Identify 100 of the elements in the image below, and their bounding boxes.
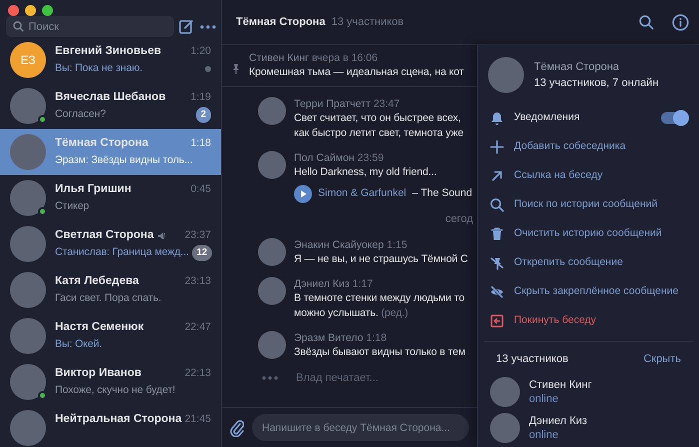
avatar-photo <box>10 318 46 354</box>
message-preview: Стикер <box>55 198 90 214</box>
chat-name: Тёмная Сторона <box>55 136 148 152</box>
menu-item[interactable]: Поиск по истории сообщений <box>478 190 699 219</box>
avatar-photo <box>258 97 286 125</box>
more-icon[interactable] <box>200 24 216 28</box>
chat-list-item[interactable]: ЕЗ Евгений Зиновьев 1:20 Вы: Пока не знаю. <box>0 37 221 83</box>
minimize-button[interactable] <box>25 5 36 16</box>
chat-name: Светлая Сторона <box>55 228 154 244</box>
chat-list-item[interactable]: Виктор Иванов 22:13 Похоже, скучно не будет! <box>0 359 221 405</box>
member-item[interactable]: Дэниел Киз online <box>478 410 699 446</box>
avatar-photo <box>10 272 46 308</box>
message-time: 1:18 <box>366 332 387 344</box>
chat-list-item[interactable]: Катя Лебедева 23:13 Гаси свет. Пора спать. <box>0 267 221 313</box>
message-text: Я — не вы, и не страшусь Тёмной С <box>294 252 468 264</box>
paperclip-icon[interactable] <box>230 418 244 436</box>
menu-item[interactable]: Очистить историю сообщений <box>478 219 699 248</box>
member-item[interactable]: Стивен Кинг online <box>478 374 699 410</box>
menu-item[interactable]: Открепить сообщение <box>478 248 699 277</box>
chat-list-item[interactable]: Настя Семенюк 22:47 Вы: Окей. <box>0 313 221 359</box>
typing-dots-icon <box>262 376 278 380</box>
chat-name: Илья Гришин <box>55 182 132 198</box>
chat-time: 1:19 <box>190 90 211 105</box>
member-count: 13 участников <box>331 14 404 30</box>
message-preview: Вы: Пока не знаю. <box>55 60 142 76</box>
bell-icon <box>490 110 504 124</box>
avatar-photo <box>10 226 46 262</box>
setting-label: Уведомления <box>514 110 580 125</box>
info-icon[interactable] <box>672 14 689 30</box>
chat-time: 23:13 <box>184 274 211 290</box>
audio-artist: Simon & Garfunkel <box>318 186 406 202</box>
message-preview: Станислав: Граница межд... <box>55 244 189 260</box>
audio-title: – The Sound <box>412 186 472 202</box>
message-preview: Похоже, скучно не будет! <box>55 382 176 398</box>
message-text: можно услышать. <box>294 306 378 318</box>
play-button-icon[interactable] <box>294 185 312 203</box>
chat-name: Евгений Зиновьев <box>55 44 162 60</box>
message-time: 1:15 <box>386 238 408 250</box>
message-time: вчера в 16:06 <box>312 52 378 64</box>
plus-icon <box>490 140 504 154</box>
message-text: Свет считает, что он быстрее всех, <box>294 112 461 124</box>
chat-time: 22:47 <box>184 320 211 336</box>
avatar-photo <box>490 412 520 442</box>
unread-count: 12 <box>192 244 212 261</box>
trash-icon <box>490 226 504 240</box>
message-preview: Вы: Окей. <box>55 336 102 352</box>
typing-indicator: Влад печатает... <box>296 370 378 386</box>
menu-item[interactable]: Ссылка на беседу <box>478 161 699 190</box>
chat-time: 0:45 <box>190 182 211 198</box>
pin-icon <box>231 63 241 75</box>
arrow-icon <box>490 168 504 182</box>
member-summary: 13 участников, 7 онлайн <box>534 76 659 91</box>
chat-time: 1:18 <box>190 136 211 152</box>
message-time: 23:47 <box>373 98 400 110</box>
menu-item[interactable]: Добавить собеседника <box>478 132 699 161</box>
message-text: как быстро летит свет, темнота уже <box>294 127 464 139</box>
unread-count: 2 <box>196 106 211 123</box>
message-preview: Согласен? <box>55 106 106 122</box>
avatar-photo <box>258 330 286 358</box>
author-name: Пол Саймон <box>294 152 354 164</box>
avatar-photo <box>258 151 286 179</box>
members-heading: 13 участников <box>496 352 568 367</box>
chat-time: 23:37 <box>184 228 211 243</box>
message-time: 23:59 <box>357 152 384 164</box>
member-status: online <box>529 428 560 442</box>
chat-name: Вячеслав Шебанов <box>55 90 166 106</box>
message-input[interactable]: Напишите в беседу Тёмная Сторона... <box>252 414 469 441</box>
chat-list-item[interactable]: Илья Гришин 0:45 Стикер <box>0 175 221 221</box>
compose-icon[interactable] <box>179 19 194 34</box>
avatar-photo <box>490 376 520 406</box>
eye-slash-icon <box>490 284 504 298</box>
chat-list-item[interactable]: Нейтральная Сторона 21:45 <box>0 405 221 447</box>
search-field[interactable]: Поиск <box>6 16 174 37</box>
toggle-switch[interactable] <box>661 112 687 124</box>
search-icon[interactable] <box>639 14 654 30</box>
avatar-photo <box>10 134 46 170</box>
author-name: Терри Пратчетт <box>294 98 371 110</box>
message-time: 1:17 <box>352 278 373 290</box>
chat-name: Настя Семенюк <box>55 320 144 336</box>
chat-name: Нейтральная Сторона <box>55 412 182 428</box>
message-preview: Гаси свет. Пора спать. <box>55 290 162 306</box>
message-text: Кромешная тьма — идеальная сцена, на кот <box>249 65 464 80</box>
chat-name: Катя Лебедева <box>55 274 139 290</box>
chat-time: 1:20 <box>190 44 211 60</box>
message-text: Hello Darkness, my old friend... <box>294 166 437 178</box>
exit-icon <box>490 314 504 328</box>
chat-list-item[interactable]: Светлая Сторона 23:37 Станислав: Граница межд... 12 <box>0 221 221 267</box>
chat-title: Тёмная Сторона <box>534 60 620 74</box>
menu-item[interactable]: Скрыть закреплённое сообщение <box>478 277 699 306</box>
avatar-photo <box>10 410 46 446</box>
avatar-initials: ЕЗ <box>10 42 46 78</box>
close-button[interactable] <box>8 5 19 16</box>
hide-link[interactable]: Скрыть <box>643 351 681 368</box>
chat-list-item[interactable]: Вячеслав Шебанов 1:19 Согласен? 2 <box>0 83 221 129</box>
maximize-button[interactable] <box>42 5 53 16</box>
member-name: Дэниел Киз <box>529 414 588 428</box>
message-text: Звёзды бывают видны только в тем <box>294 346 466 358</box>
menu-item[interactable]: Покинуть беседу <box>478 306 699 335</box>
author-name: Эразм Витело <box>294 332 364 344</box>
date-separator: сегод <box>445 213 473 225</box>
